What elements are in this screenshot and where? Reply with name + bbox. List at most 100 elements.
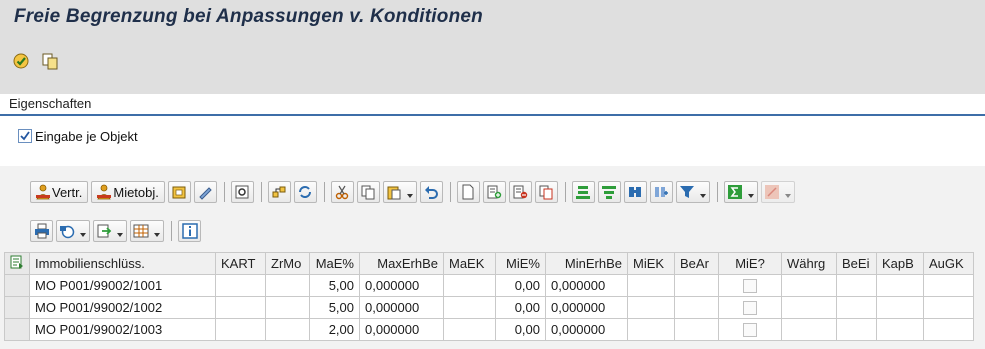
column-header[interactable]: MiE? (718, 252, 782, 275)
cell-immo[interactable]: MO P001/99002/1002 (29, 296, 216, 319)
mie-checkbox[interactable] (743, 323, 757, 338)
delete-row-icon[interactable] (508, 181, 532, 203)
edit-pencil-icon[interactable] (193, 181, 217, 203)
new-row-icon[interactable] (456, 181, 480, 203)
cell-minerhbe[interactable]: 0,000000 (545, 296, 628, 319)
cell-kart[interactable] (215, 274, 266, 297)
cell-kapb[interactable] (876, 296, 924, 319)
cut-icon[interactable] (330, 181, 354, 203)
column-header[interactable]: MaEK (443, 252, 496, 275)
cell-immo[interactable]: MO P001/99002/1003 (29, 318, 216, 341)
cell-zrmo[interactable] (265, 296, 310, 319)
cell-mie-flag[interactable] (718, 274, 782, 297)
cell-bear[interactable] (674, 274, 719, 297)
cell-maek[interactable] (443, 296, 496, 319)
column-header[interactable]: Immobilienschlüss. (29, 252, 216, 275)
sum-dropdown[interactable] (723, 181, 758, 203)
cell-beei[interactable] (836, 274, 877, 297)
cell-bear[interactable] (674, 318, 719, 341)
mie-checkbox[interactable] (743, 301, 757, 316)
cell-minerhbe[interactable]: 0,000000 (545, 318, 628, 341)
copy-row-icon[interactable] (534, 181, 558, 203)
subtotal-dropdown[interactable] (760, 181, 795, 203)
input-per-object-checkbox[interactable] (18, 129, 32, 143)
column-header[interactable]: KapB (876, 252, 924, 275)
sort-descending-icon[interactable] (597, 181, 621, 203)
cell-beei[interactable] (836, 296, 877, 319)
cell-minerhbe[interactable]: 0,000000 (545, 274, 628, 297)
column-header[interactable]: Währg (781, 252, 837, 275)
info-icon[interactable] (178, 220, 201, 242)
column-header[interactable]: KART (215, 252, 266, 275)
table-row[interactable]: MO P001/99002/1001 5,00 0,000000 0,00 0,… (4, 274, 974, 297)
details-icon[interactable] (230, 181, 254, 203)
cell-mie[interactable]: 0,00 (495, 274, 546, 297)
column-header[interactable]: MaE% (309, 252, 360, 275)
table-row[interactable]: MO P001/99002/1003 2,00 0,000000 0,00 0,… (4, 318, 974, 341)
cell-mie[interactable]: 0,00 (495, 296, 546, 319)
rental-object-button[interactable]: Mietobj. (91, 181, 165, 203)
print-icon[interactable] (30, 220, 53, 242)
cell-waehrg[interactable] (781, 296, 837, 319)
cell-kapb[interactable] (876, 318, 924, 341)
cell-mae[interactable]: 2,00 (309, 318, 360, 341)
cell-maek[interactable] (443, 274, 496, 297)
filter-dropdown[interactable] (675, 181, 710, 203)
row-selector[interactable] (4, 318, 30, 341)
cell-mie-flag[interactable] (718, 318, 782, 341)
cell-miek[interactable] (627, 318, 675, 341)
cell-augk[interactable] (923, 296, 974, 319)
paste-dropdown[interactable] (382, 181, 417, 203)
insert-row-icon[interactable] (482, 181, 506, 203)
cell-mae[interactable]: 5,00 (309, 274, 360, 297)
cell-waehrg[interactable] (781, 318, 837, 341)
column-header[interactable]: AuGK (923, 252, 974, 275)
cell-mie[interactable]: 0,00 (495, 318, 546, 341)
cell-mie-flag[interactable] (718, 296, 782, 319)
column-header[interactable]: MiEK (627, 252, 675, 275)
row-selector[interactable] (4, 296, 30, 319)
cell-maek[interactable] (443, 318, 496, 341)
refresh-icon[interactable] (293, 181, 317, 203)
column-header[interactable]: MinErhBe (545, 252, 628, 275)
cell-waehrg[interactable] (781, 274, 837, 297)
column-header[interactable]: BeAr (674, 252, 719, 275)
execute-icon[interactable] (11, 51, 31, 71)
hierarchy-icon[interactable] (267, 181, 291, 203)
cell-bear[interactable] (674, 296, 719, 319)
cell-maxerhbe[interactable]: 0,000000 (359, 274, 444, 297)
export-dropdown[interactable] (93, 220, 127, 242)
contract-button[interactable]: Vertr. (30, 181, 89, 203)
cell-augk[interactable] (923, 274, 974, 297)
cell-mae[interactable]: 5,00 (309, 296, 360, 319)
layout-dropdown[interactable] (130, 220, 164, 242)
copy-icon[interactable] (356, 181, 380, 203)
select-all-cell[interactable] (4, 252, 30, 275)
cell-augk[interactable] (923, 318, 974, 341)
find-icon[interactable] (623, 181, 647, 203)
cell-immo[interactable]: MO P001/99002/1001 (29, 274, 216, 297)
display-object-icon[interactable] (167, 181, 191, 203)
sort-ascending-icon[interactable] (571, 181, 595, 203)
cell-kart[interactable] (215, 296, 266, 319)
column-header[interactable]: MaxErhBe (359, 252, 444, 275)
cell-zrmo[interactable] (265, 274, 310, 297)
cell-miek[interactable] (627, 296, 675, 319)
row-selector[interactable] (4, 274, 30, 297)
views-dropdown[interactable] (56, 220, 90, 242)
undo-icon[interactable] (419, 181, 443, 203)
find-next-icon[interactable] (649, 181, 673, 203)
input-per-object-option[interactable]: Eingabe je Objekt (18, 127, 138, 145)
mie-checkbox[interactable] (743, 279, 757, 294)
table-row[interactable]: MO P001/99002/1002 5,00 0,000000 0,00 0,… (4, 296, 974, 319)
cell-zrmo[interactable] (265, 318, 310, 341)
column-header[interactable]: BeEi (836, 252, 877, 275)
column-header[interactable]: ZrMo (265, 252, 310, 275)
column-header[interactable]: MiE% (495, 252, 546, 275)
cell-beei[interactable] (836, 318, 877, 341)
copy-icon[interactable] (40, 51, 60, 71)
cell-kapb[interactable] (876, 274, 924, 297)
cell-kart[interactable] (215, 318, 266, 341)
cell-maxerhbe[interactable]: 0,000000 (359, 296, 444, 319)
cell-miek[interactable] (627, 274, 675, 297)
